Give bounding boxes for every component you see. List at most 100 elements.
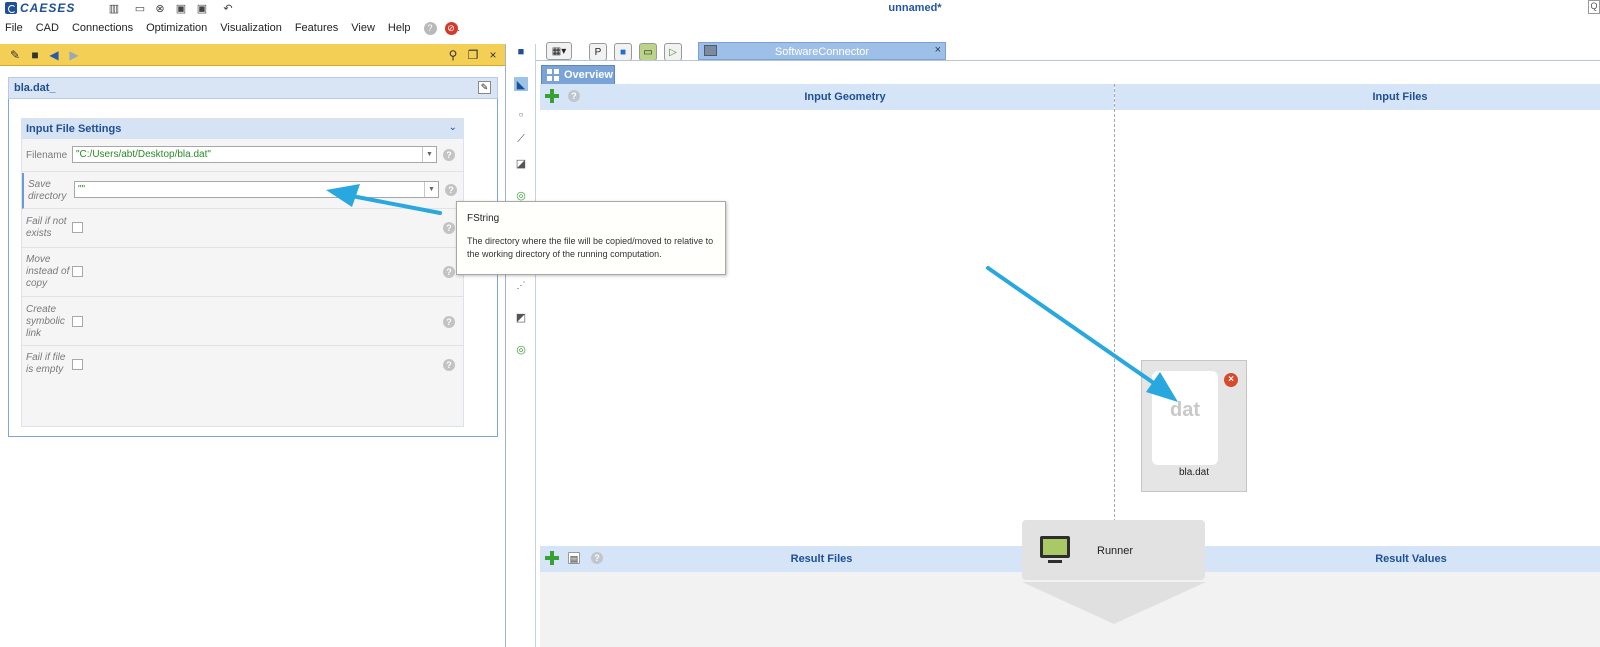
input-geometry-header: ? Input Geometry — [540, 84, 1114, 110]
back-icon[interactable]: ◀ — [47, 48, 61, 62]
property-label: Create symbolic link — [26, 304, 65, 339]
layout-dropdown-icon[interactable]: ▦▾ — [546, 42, 572, 60]
select-icon[interactable]: ◣ — [514, 77, 528, 91]
menu-features[interactable]: Features — [295, 22, 338, 34]
input-file-settings-section: Input File Settings ⌄ Filename "C:/Users… — [21, 118, 464, 427]
save-as-icon[interactable]: ▣ — [195, 1, 209, 15]
remove-icon[interactable]: × — [1224, 373, 1238, 387]
create-symbolic-link-checkbox[interactable] — [72, 316, 83, 327]
menu-connections[interactable]: Connections — [72, 22, 133, 34]
object-editor-panel: ✎ ■ ◀ ▶ ⚲ ❐ × bla.dat_ ✎ Input File Sett… — [0, 44, 506, 647]
property-label: Fail if file is empty — [26, 352, 66, 375]
pin-icon[interactable]: ✎ — [8, 48, 22, 62]
app-window: CAESES ▥ ▭ ⊗ ▣ ▣ ↶ unnamed* Q File CAD C… — [0, 0, 1600, 647]
logo-mark-icon — [5, 2, 17, 14]
folder-icon[interactable]: ■ — [514, 45, 528, 59]
close-circle-icon[interactable]: ⊗ — [153, 1, 167, 15]
search-corner-button[interactable]: Q — [1588, 0, 1600, 14]
save-icon[interactable]: ▣ — [174, 1, 188, 15]
filename-field[interactable]: "C:/Users/abt/Desktop/bla.dat" ▼ — [72, 146, 437, 163]
eraser-icon[interactable]: ◩ — [514, 310, 528, 324]
editor-toolbar: ✎ ■ ◀ ▶ ⚲ ❐ × — [0, 44, 505, 66]
input-file-card[interactable]: dat × bla.dat — [1141, 360, 1247, 492]
filename-value: "C:/Users/abt/Desktop/bla.dat" — [76, 149, 211, 160]
grid-icon — [547, 69, 559, 81]
chevron-down-icon[interactable]: ⌄ — [449, 122, 457, 133]
property-row-fail-if-file-is-empty: Fail if file is empty ? — [22, 347, 463, 381]
measure-icon[interactable]: ⋰ — [514, 278, 528, 292]
feature-icon[interactable]: ◎ — [514, 342, 528, 356]
runner-node[interactable]: Runner — [1022, 520, 1205, 580]
stop-icon[interactable]: ⊘ — [444, 21, 458, 35]
content-divider — [536, 60, 1600, 61]
help-icon[interactable]: ? — [445, 184, 457, 196]
forward-icon[interactable]: ▶ — [67, 48, 81, 62]
tab-overview[interactable]: Overview — [541, 65, 615, 84]
property-row-filename: Filename "C:/Users/abt/Desktop/bla.dat" … — [22, 140, 463, 172]
feature-icon[interactable]: ◎ — [514, 188, 528, 202]
close-icon[interactable]: × — [486, 48, 500, 62]
folder-icon[interactable]: ■ — [614, 43, 632, 61]
menu-view[interactable]: View — [351, 22, 375, 34]
property-row-fail-if-not-exists: Fail if not exists ? — [22, 210, 463, 248]
file-name: bla.dat — [1178, 467, 1210, 478]
file-extension: dat — [1170, 399, 1200, 421]
menu-cad[interactable]: CAD — [36, 22, 59, 34]
surface-icon[interactable]: ◪ — [514, 156, 528, 170]
curve-icon[interactable]: ⟋ — [514, 132, 528, 146]
help-icon[interactable]: ? — [423, 21, 437, 35]
property-label: Filename — [26, 150, 68, 161]
property-label: Save directory — [28, 179, 67, 202]
tooltip: FString The directory where the file wil… — [456, 201, 726, 275]
result-files-title: Result Files — [790, 553, 853, 565]
object-header: bla.dat_ ✎ — [8, 77, 498, 99]
tooltip-title: FString — [467, 213, 500, 224]
menu-bar: File CAD Connections Optimization Visual… — [0, 18, 1600, 38]
layout-icon[interactable]: ▥ — [107, 1, 121, 15]
undo-icon[interactable]: ↶ — [221, 1, 235, 15]
chevron-down-icon[interactable]: ▼ — [422, 147, 436, 162]
tooltip-body: The directory where the file will be cop… — [467, 236, 714, 259]
help-icon[interactable]: ? — [443, 149, 455, 161]
play-icon[interactable]: ▷ — [664, 43, 682, 61]
menu-trail: . — [457, 23, 461, 33]
menu-file[interactable]: File — [5, 22, 23, 34]
help-icon[interactable]: ? — [443, 222, 455, 234]
help-icon[interactable]: ? — [443, 266, 455, 278]
fail-if-file-is-empty-checkbox[interactable] — [72, 359, 83, 370]
title-bar: CAESES ▥ ▭ ⊗ ▣ ▣ ↶ unnamed* Q — [0, 0, 1600, 17]
section-header[interactable]: Input File Settings ⌄ — [22, 119, 463, 139]
input-files-header: Input Files — [1115, 84, 1600, 110]
fail-if-not-exists-checkbox[interactable] — [72, 222, 83, 233]
monitor-icon — [1040, 536, 1070, 563]
property-row-move-instead-of-copy: Move instead of copy ? — [22, 249, 463, 297]
object-properties-frame: Input File Settings ⌄ Filename "C:/Users… — [8, 99, 498, 437]
move-instead-of-copy-checkbox[interactable] — [72, 266, 83, 277]
menu-visualization[interactable]: Visualization — [220, 22, 282, 34]
monitor-icon[interactable]: ▭ — [639, 43, 657, 61]
save-directory-value: "" — [78, 184, 86, 195]
chevron-down-icon[interactable]: ▼ — [424, 182, 438, 197]
point-icon[interactable]: ○ — [514, 107, 528, 121]
vertical-toolbar: ■ ◣ ○ ⟋ ◪ ◎ ⋰ ◩ ◎ — [506, 44, 536, 647]
new-file-icon[interactable]: ▭ — [133, 1, 147, 15]
menu-optimization[interactable]: Optimization — [146, 22, 207, 34]
tab-label: SoftwareConnector — [774, 46, 870, 58]
logo-text: CAESES — [20, 1, 76, 15]
list-icon[interactable]: ■ — [28, 48, 42, 62]
menu-help[interactable]: Help — [388, 22, 411, 34]
copy-icon[interactable]: ❐ — [466, 48, 480, 62]
window-title: unnamed* — [888, 2, 942, 14]
rename-icon[interactable]: ✎ — [478, 81, 491, 94]
property-row-save-directory: Save directory "" ▼ ? — [22, 173, 463, 209]
parameter-icon[interactable]: P — [589, 43, 607, 61]
help-icon[interactable]: ? — [443, 359, 455, 371]
tab-software-connector[interactable]: SoftwareConnector × — [698, 42, 946, 60]
help-icon[interactable]: ? — [443, 316, 455, 328]
search-icon[interactable]: ⚲ — [446, 48, 460, 62]
save-directory-field[interactable]: "" ▼ — [74, 181, 439, 198]
close-icon[interactable]: × — [935, 44, 941, 56]
property-label: Fail if not exists — [26, 216, 67, 239]
property-row-create-symbolic-link: Create symbolic link ? — [22, 298, 463, 346]
flow-funnel — [1022, 582, 1206, 624]
